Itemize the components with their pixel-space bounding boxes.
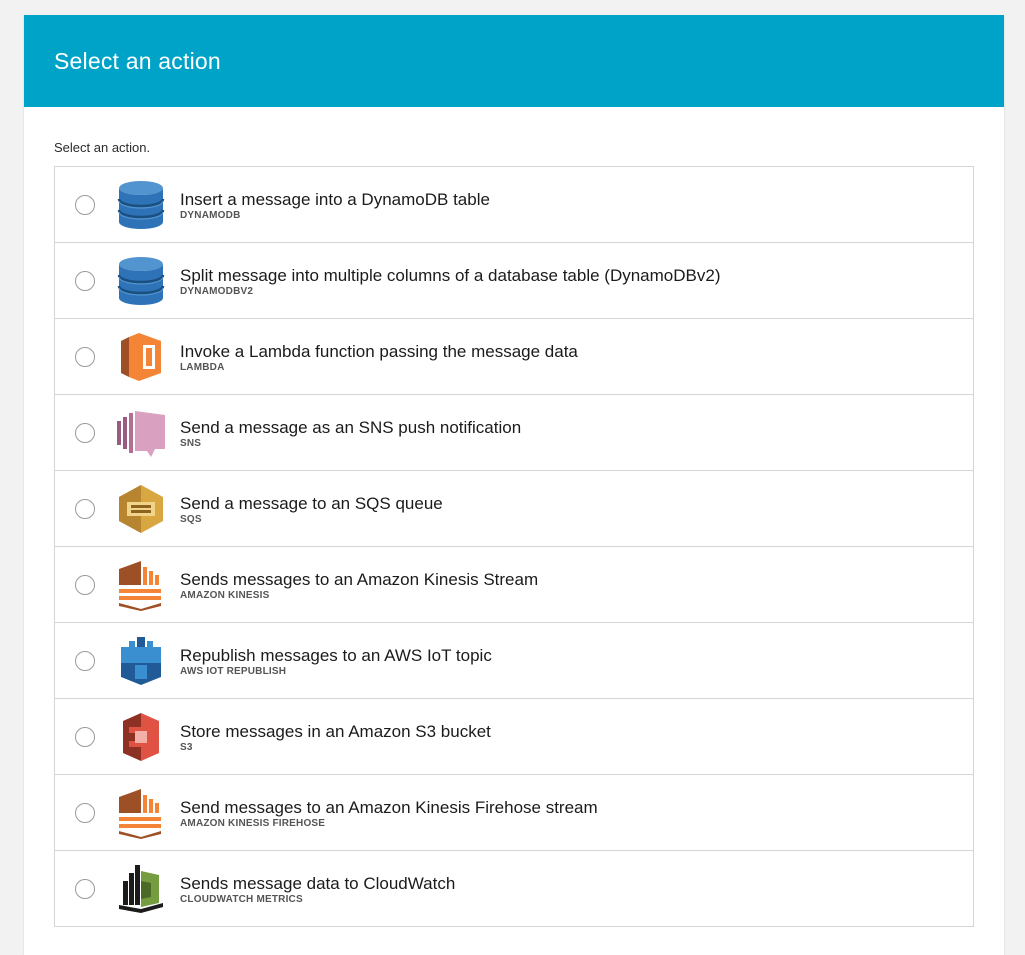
radio-button[interactable] (75, 270, 95, 291)
iot-icon (115, 635, 167, 687)
action-option-dynamodb[interactable]: Insert a message into a DynamoDB table D… (55, 167, 973, 243)
action-option-cloudwatch[interactable]: Sends message data to CloudWatch CLOUDWA… (55, 851, 973, 927)
action-subtitle: AMAZON KINESIS FIREHOSE (180, 817, 326, 829)
action-option-kinesis[interactable]: Sends messages to an Amazon Kinesis Stre… (55, 547, 973, 623)
action-title: Send a message as an SNS push notificati… (180, 417, 522, 437)
action-subtitle: S3 (180, 741, 193, 753)
action-option-kinesis-firehose[interactable]: Send messages to an Amazon Kinesis Fireh… (55, 775, 973, 851)
action-title: Send messages to an Amazon Kinesis Fireh… (180, 797, 598, 817)
radio-button[interactable] (75, 650, 95, 671)
action-subtitle: AWS IOT REPUBLISH (180, 665, 287, 677)
radio-button[interactable] (75, 574, 95, 595)
radio-button[interactable] (75, 726, 95, 747)
action-list: Insert a message into a DynamoDB table D… (54, 166, 974, 927)
dynamodb-icon (115, 255, 167, 307)
panel-body: Select an action. Insert a message into … (24, 107, 1004, 927)
action-subtitle: DYNAMODBV2 (180, 285, 254, 297)
action-title: Insert a message into a DynamoDB table (180, 189, 490, 209)
instruction-text: Select an action. (54, 140, 151, 155)
radio-button[interactable] (75, 878, 95, 899)
action-title: Sends message data to CloudWatch (180, 873, 456, 893)
panel-header: Select an action (24, 15, 1004, 107)
action-subtitle: AMAZON KINESIS (180, 589, 270, 601)
action-subtitle: LAMBDA (180, 361, 225, 373)
action-title: Sends messages to an Amazon Kinesis Stre… (180, 569, 539, 589)
kinesis-icon (115, 559, 167, 611)
action-title: Send a message to an SQS queue (180, 493, 443, 513)
action-subtitle: DYNAMODB (180, 209, 241, 221)
action-option-iot-republish[interactable]: Republish messages to an AWS IoT topic A… (55, 623, 973, 699)
sqs-icon (115, 483, 167, 535)
action-option-s3[interactable]: Store messages in an Amazon S3 bucket S3 (55, 699, 973, 775)
action-subtitle: SNS (180, 437, 202, 449)
sns-icon (115, 407, 167, 459)
action-subtitle: CLOUDWATCH METRICS (180, 893, 303, 905)
kinesis-firehose-icon (115, 787, 167, 839)
s3-icon (115, 711, 167, 763)
action-option-sns[interactable]: Send a message as an SNS push notificati… (55, 395, 973, 471)
radio-button[interactable] (75, 802, 95, 823)
action-title: Republish messages to an AWS IoT topic (180, 645, 492, 665)
radio-button[interactable] (75, 422, 95, 443)
radio-button[interactable] (75, 194, 95, 215)
dynamodb-icon (115, 179, 167, 231)
action-option-sqs[interactable]: Send a message to an SQS queue SQS (55, 471, 973, 547)
action-title: Store messages in an Amazon S3 bucket (180, 721, 491, 741)
page-title: Select an action (54, 47, 221, 74)
radio-button[interactable] (75, 346, 95, 367)
lambda-icon (115, 331, 167, 383)
select-action-panel: Select an action Select an action. Inser… (24, 15, 1004, 955)
cloudwatch-icon (115, 863, 167, 915)
radio-button[interactable] (75, 498, 95, 519)
action-title: Split message into multiple columns of a… (180, 265, 721, 285)
action-option-dynamodbv2[interactable]: Split message into multiple columns of a… (55, 243, 973, 319)
action-option-lambda[interactable]: Invoke a Lambda function passing the mes… (55, 319, 973, 395)
action-subtitle: SQS (180, 513, 202, 525)
action-title: Invoke a Lambda function passing the mes… (180, 341, 578, 361)
